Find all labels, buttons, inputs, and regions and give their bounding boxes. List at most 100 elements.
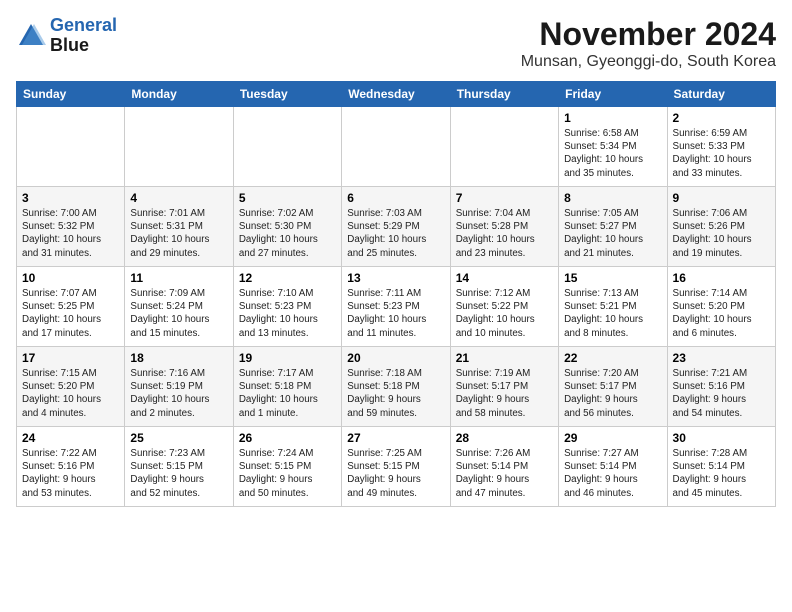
day-info: Sunrise: 7:09 AMSunset: 5:24 PMDaylight:… — [130, 287, 227, 340]
day-number: 25 — [130, 431, 227, 445]
calendar-cell: 30 Sunrise: 7:28 AMSunset: 5:14 PMDayligh… — [667, 427, 775, 507]
calendar-cell: 8 Sunrise: 7:05 AMSunset: 5:27 PMDaylight… — [559, 187, 667, 267]
calendar-table: SundayMondayTuesdayWednesdayThursdayFrid… — [16, 81, 776, 507]
col-header-friday: Friday — [559, 82, 667, 107]
day-number: 20 — [347, 351, 444, 365]
calendar-cell: 29 Sunrise: 7:27 AMSunset: 5:14 PMDayligh… — [559, 427, 667, 507]
logo: General Blue — [16, 16, 117, 56]
day-info: Sunrise: 7:19 AMSunset: 5:17 PMDaylight:… — [456, 367, 553, 420]
calendar-cell: 4 Sunrise: 7:01 AMSunset: 5:31 PMDaylight… — [125, 187, 233, 267]
day-info: Sunrise: 7:28 AMSunset: 5:14 PMDaylight:… — [673, 447, 770, 500]
day-info: Sunrise: 7:02 AMSunset: 5:30 PMDaylight:… — [239, 207, 336, 260]
day-number: 27 — [347, 431, 444, 445]
day-number: 15 — [564, 271, 661, 285]
day-number: 9 — [673, 191, 770, 205]
calendar-cell — [17, 107, 125, 187]
day-info: Sunrise: 7:25 AMSunset: 5:15 PMDaylight:… — [347, 447, 444, 500]
day-info: Sunrise: 7:10 AMSunset: 5:23 PMDaylight:… — [239, 287, 336, 340]
day-info: Sunrise: 7:27 AMSunset: 5:14 PMDaylight:… — [564, 447, 661, 500]
page-header: General Blue November 2024 Munsan, Gyeon… — [16, 16, 776, 71]
calendar-cell: 2Sunrise: 6:59 AMSunset: 5:33 PMDaylight… — [667, 107, 775, 187]
col-header-sunday: Sunday — [17, 82, 125, 107]
calendar-cell: 25 Sunrise: 7:23 AMSunset: 5:15 PMDayligh… — [125, 427, 233, 507]
day-info: Sunrise: 7:18 AMSunset: 5:18 PMDaylight:… — [347, 367, 444, 420]
col-header-tuesday: Tuesday — [233, 82, 341, 107]
calendar-header-row: SundayMondayTuesdayWednesdayThursdayFrid… — [17, 82, 776, 107]
calendar-cell — [233, 107, 341, 187]
day-info: Sunrise: 7:20 AMSunset: 5:17 PMDaylight:… — [564, 367, 661, 420]
col-header-wednesday: Wednesday — [342, 82, 450, 107]
calendar-cell: 14 Sunrise: 7:12 AMSunset: 5:22 PMDayligh… — [450, 267, 558, 347]
week-row-2: 3 Sunrise: 7:00 AMSunset: 5:32 PMDaylight… — [17, 187, 776, 267]
day-number: 29 — [564, 431, 661, 445]
calendar-cell — [450, 107, 558, 187]
calendar-cell: 23Sunrise: 7:21 AMSunset: 5:16 PMDayligh… — [667, 347, 775, 427]
col-header-monday: Monday — [125, 82, 233, 107]
day-info: Sunrise: 7:06 AMSunset: 5:26 PMDaylight:… — [673, 207, 770, 260]
logo-icon — [16, 21, 46, 51]
calendar-cell: 12 Sunrise: 7:10 AMSunset: 5:23 PMDayligh… — [233, 267, 341, 347]
day-number: 7 — [456, 191, 553, 205]
calendar-cell: 15 Sunrise: 7:13 AMSunset: 5:21 PMDayligh… — [559, 267, 667, 347]
day-number: 8 — [564, 191, 661, 205]
title-area: November 2024 Munsan, Gyeonggi-do, South… — [521, 16, 776, 71]
day-info: Sunrise: 7:01 AMSunset: 5:31 PMDaylight:… — [130, 207, 227, 260]
day-info: Sunrise: 7:17 AMSunset: 5:18 PMDaylight:… — [239, 367, 336, 420]
day-info: Sunrise: 7:12 AMSunset: 5:22 PMDaylight:… — [456, 287, 553, 340]
week-row-1: 1 Sunrise: 6:58 AMSunset: 5:34 PMDaylight… — [17, 107, 776, 187]
day-number: 1 — [564, 111, 661, 125]
day-number: 12 — [239, 271, 336, 285]
day-info: Sunrise: 7:15 AMSunset: 5:20 PMDaylight:… — [22, 367, 119, 420]
day-info: Sunrise: 7:23 AMSunset: 5:15 PMDaylight:… — [130, 447, 227, 500]
calendar-cell: 3 Sunrise: 7:00 AMSunset: 5:32 PMDaylight… — [17, 187, 125, 267]
week-row-4: 17 Sunrise: 7:15 AMSunset: 5:20 PMDayligh… — [17, 347, 776, 427]
day-number: 10 — [22, 271, 119, 285]
day-number: 18 — [130, 351, 227, 365]
day-number: 3 — [22, 191, 119, 205]
day-number: 19 — [239, 351, 336, 365]
day-number: 4 — [130, 191, 227, 205]
day-number: 2 — [673, 111, 770, 125]
day-number: 24 — [22, 431, 119, 445]
calendar-cell: 10 Sunrise: 7:07 AMSunset: 5:25 PMDayligh… — [17, 267, 125, 347]
week-row-5: 24 Sunrise: 7:22 AMSunset: 5:16 PMDayligh… — [17, 427, 776, 507]
week-row-3: 10 Sunrise: 7:07 AMSunset: 5:25 PMDayligh… — [17, 267, 776, 347]
day-info: Sunrise: 7:13 AMSunset: 5:21 PMDaylight:… — [564, 287, 661, 340]
day-info: Sunrise: 7:00 AMSunset: 5:32 PMDaylight:… — [22, 207, 119, 260]
day-info: Sunrise: 7:07 AMSunset: 5:25 PMDaylight:… — [22, 287, 119, 340]
calendar-cell: 28 Sunrise: 7:26 AMSunset: 5:14 PMDayligh… — [450, 427, 558, 507]
calendar-cell: 21 Sunrise: 7:19 AMSunset: 5:17 PMDayligh… — [450, 347, 558, 427]
day-number: 14 — [456, 271, 553, 285]
day-info: Sunrise: 7:22 AMSunset: 5:16 PMDaylight:… — [22, 447, 119, 500]
day-info: Sunrise: 7:11 AMSunset: 5:23 PMDaylight:… — [347, 287, 444, 340]
calendar-cell: 16 Sunrise: 7:14 AMSunset: 5:20 PMDayligh… — [667, 267, 775, 347]
calendar-cell: 7 Sunrise: 7:04 AMSunset: 5:28 PMDaylight… — [450, 187, 558, 267]
calendar-cell: 9 Sunrise: 7:06 AMSunset: 5:26 PMDaylight… — [667, 187, 775, 267]
calendar-cell: 22Sunrise: 7:20 AMSunset: 5:17 PMDayligh… — [559, 347, 667, 427]
day-info: Sunrise: 7:24 AMSunset: 5:15 PMDaylight:… — [239, 447, 336, 500]
calendar-cell: 11 Sunrise: 7:09 AMSunset: 5:24 PMDayligh… — [125, 267, 233, 347]
day-info: Sunrise: 7:26 AMSunset: 5:14 PMDaylight:… — [456, 447, 553, 500]
calendar-cell: 19 Sunrise: 7:17 AMSunset: 5:18 PMDayligh… — [233, 347, 341, 427]
day-number: 16 — [673, 271, 770, 285]
calendar-cell: 24 Sunrise: 7:22 AMSunset: 5:16 PMDayligh… — [17, 427, 125, 507]
day-number: 26 — [239, 431, 336, 445]
day-info: Sunrise: 7:16 AMSunset: 5:19 PMDaylight:… — [130, 367, 227, 420]
logo-text: General Blue — [50, 16, 117, 56]
day-number: 28 — [456, 431, 553, 445]
month-title: November 2024 — [521, 16, 776, 53]
day-number: 21 — [456, 351, 553, 365]
calendar-cell — [342, 107, 450, 187]
day-number: 30 — [673, 431, 770, 445]
calendar-cell: 27 Sunrise: 7:25 AMSunset: 5:15 PMDayligh… — [342, 427, 450, 507]
day-info: Sunrise: 7:04 AMSunset: 5:28 PMDaylight:… — [456, 207, 553, 260]
location: Munsan, Gyeonggi-do, South Korea — [521, 53, 776, 71]
day-number: 11 — [130, 271, 227, 285]
col-header-saturday: Saturday — [667, 82, 775, 107]
calendar-cell: 17 Sunrise: 7:15 AMSunset: 5:20 PMDayligh… — [17, 347, 125, 427]
day-number: 17 — [22, 351, 119, 365]
calendar-cell: 13Sunrise: 7:11 AMSunset: 5:23 PMDayligh… — [342, 267, 450, 347]
day-info: Sunrise: 7:05 AMSunset: 5:27 PMDaylight:… — [564, 207, 661, 260]
day-info: Sunrise: 7:14 AMSunset: 5:20 PMDaylight:… — [673, 287, 770, 340]
day-info: Sunrise: 6:58 AMSunset: 5:34 PMDaylight:… — [564, 127, 661, 180]
